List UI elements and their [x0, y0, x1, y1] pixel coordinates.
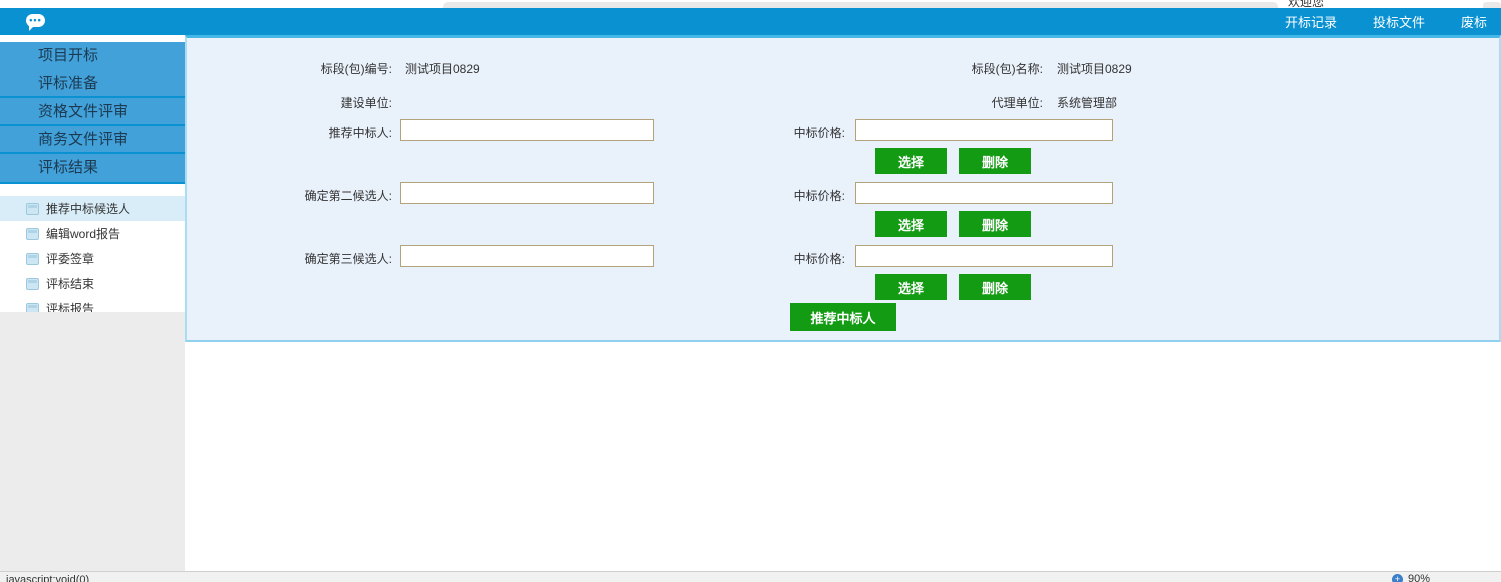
chat-bubble-dots: •••	[29, 15, 41, 25]
delete-button[interactable]: 删除	[959, 274, 1031, 300]
second-candidate-label: 确定第二候选人:	[187, 187, 392, 204]
agency-unit-value: 系统管理部	[1057, 94, 1117, 111]
sidebar-item-label: 编辑word报告	[46, 225, 120, 242]
section-number-label: 标段(包)编号:	[187, 60, 392, 77]
sidebar-item-edit-word-report[interactable]: 编辑word报告	[0, 221, 185, 246]
chat-bubble-icon[interactable]: •••	[26, 14, 45, 27]
sidebar-submenu: 推荐中标候选人 编辑word报告 评委签章 评标结束 评标报告	[0, 190, 185, 321]
select-button[interactable]: 选择	[875, 148, 947, 174]
sidebar-item-label: 评标结束	[46, 275, 94, 292]
link-rejected-bid[interactable]: 废标	[1461, 12, 1487, 31]
section-name-label: 标段(包)名称:	[843, 60, 1043, 77]
winning-price-input[interactable]	[855, 245, 1113, 267]
sidebar-item-recommend-candidates[interactable]: 推荐中标候选人	[0, 196, 185, 221]
main-panel: 标段(包)编号: 测试项目0829 标段(包)名称: 测试项目0829 建设单位…	[185, 35, 1501, 342]
zoom-level: 90%	[1408, 573, 1430, 582]
app-root: 欢迎您 ••• 开标记录 投标文件 废标 项目开标 评标准备 资格文件评审 商务…	[0, 0, 1501, 582]
recommend-winner-button[interactable]: 推荐中标人	[790, 303, 896, 331]
clipboard-icon	[26, 278, 39, 290]
status-bar: javascript:void(0) + 90%	[0, 571, 1501, 582]
link-bid-opening-record[interactable]: 开标记录	[1285, 12, 1337, 31]
sidebar-section-evaluation-prep[interactable]: 评标准备	[0, 70, 185, 98]
winning-price-input[interactable]	[855, 182, 1113, 204]
delete-button[interactable]: 删除	[959, 211, 1031, 237]
zoom-icon[interactable]: +	[1392, 574, 1403, 582]
sidebar-section-business-review[interactable]: 商务文件评审	[0, 126, 185, 154]
agency-unit-label: 代理单位:	[843, 94, 1043, 111]
browser-chrome-strip: 欢迎您	[0, 0, 1501, 8]
clipboard-icon	[26, 228, 39, 240]
winning-price-input[interactable]	[855, 119, 1113, 141]
sidebar-item-label: 推荐中标候选人	[46, 200, 130, 217]
select-button[interactable]: 选择	[875, 211, 947, 237]
link-bid-documents[interactable]: 投标文件	[1373, 12, 1425, 31]
sidebar: 项目开标 评标准备 资格文件评审 商务文件评审 评标结果 推荐中标候选人 编辑w…	[0, 35, 185, 571]
clipboard-icon	[26, 203, 39, 215]
sidebar-item-judge-signature[interactable]: 评委签章	[0, 246, 185, 271]
sidebar-sections: 项目开标 评标准备 资格文件评审 商务文件评审 评标结果	[0, 42, 185, 184]
section-name-value: 测试项目0829	[1057, 60, 1132, 77]
construction-unit-label: 建设单位:	[187, 94, 392, 111]
sidebar-item-evaluation-end[interactable]: 评标结束	[0, 271, 185, 296]
select-button[interactable]: 选择	[875, 274, 947, 300]
second-candidate-input[interactable]	[400, 182, 654, 204]
clipboard-icon	[26, 253, 39, 265]
top-bar: ••• 开标记录 投标文件 废标	[0, 8, 1501, 35]
third-candidate-label: 确定第三候选人:	[187, 250, 392, 267]
sidebar-item-label: 评委签章	[46, 250, 94, 267]
third-candidate-input[interactable]	[400, 245, 654, 267]
sidebar-section-qualification-review[interactable]: 资格文件评审	[0, 98, 185, 126]
zoom-control[interactable]: + 90%	[1392, 573, 1430, 582]
sidebar-filler	[0, 312, 185, 571]
topbar-links: 开标记录 投标文件 废标	[1285, 8, 1487, 35]
section-number-value: 测试项目0829	[405, 60, 480, 77]
winning-price-label: 中标价格:	[665, 124, 845, 141]
recommended-bidder-label: 推荐中标人:	[187, 124, 392, 141]
sidebar-section-project-opening[interactable]: 项目开标	[0, 42, 185, 70]
status-url-text: javascript:void(0)	[6, 574, 89, 582]
welcome-text-partial: 欢迎您	[1288, 0, 1324, 8]
winning-price-label: 中标价格:	[665, 250, 845, 267]
sidebar-section-evaluation-result[interactable]: 评标结果	[0, 154, 185, 182]
recommended-bidder-input[interactable]	[400, 119, 654, 141]
winning-price-label: 中标价格:	[665, 187, 845, 204]
delete-button[interactable]: 删除	[959, 148, 1031, 174]
